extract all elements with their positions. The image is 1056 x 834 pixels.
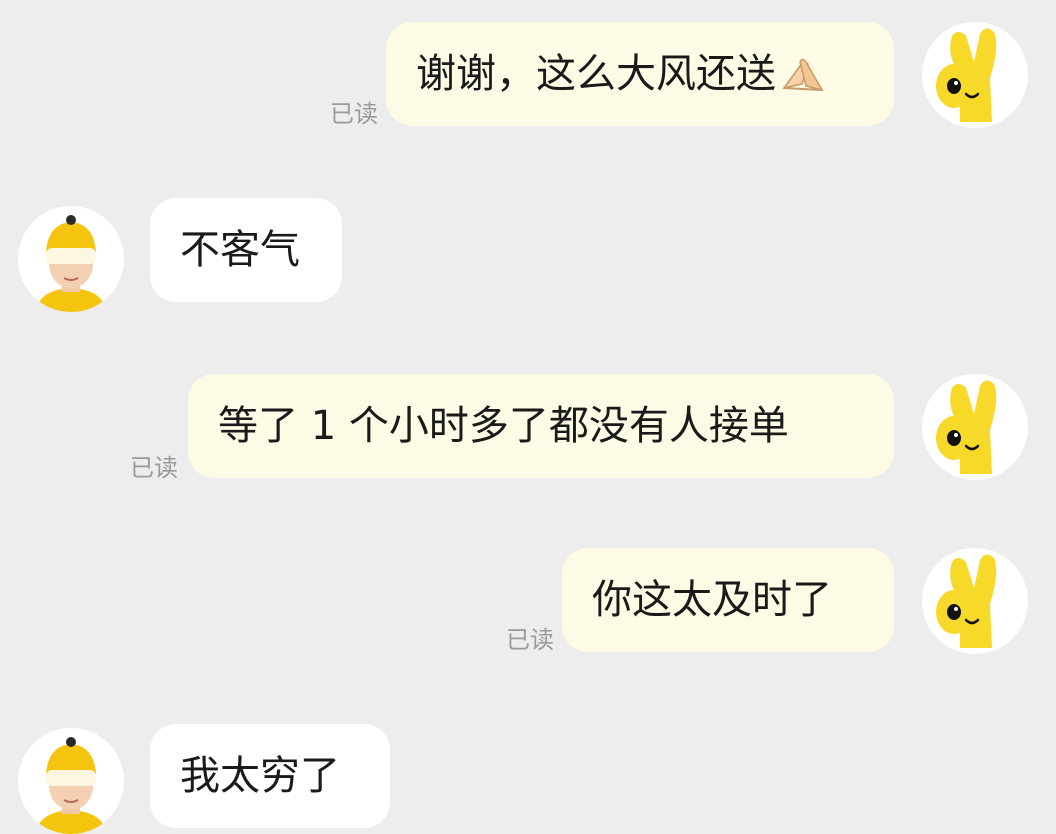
message-bubble[interactable]: 等了 1 个小时多了都没有人接单 (188, 374, 894, 478)
self-avatar[interactable] (922, 548, 1028, 654)
message-text: 我太穷了 (180, 753, 340, 799)
message-bubble[interactable]: 不客气 (150, 198, 342, 302)
yellow-peace-hand-mascot-icon (936, 28, 997, 123)
self-avatar[interactable] (922, 22, 1028, 128)
read-status: 已读 (330, 100, 378, 128)
message-row-sent: 已读 等了 1 个小时多了都没有人接单 (0, 360, 1056, 500)
message-text: 你这太及时了 (592, 577, 832, 623)
message-bubble[interactable]: 你这太及时了 (562, 548, 894, 652)
courier-yellow-helmet-icon (36, 215, 106, 312)
message-text: 谢谢，这么大风还送 (416, 51, 776, 97)
message-bubble[interactable]: 谢谢，这么大风还送 (386, 22, 894, 126)
yellow-peace-hand-mascot-icon (936, 554, 997, 648)
message-text: 不客气 (180, 227, 300, 273)
pressed-hands-emoji-icon (778, 52, 828, 96)
self-avatar[interactable] (922, 374, 1028, 480)
courier-avatar[interactable] (18, 206, 124, 312)
yellow-peace-hand-mascot-icon (936, 380, 997, 474)
read-status: 已读 (506, 626, 554, 654)
message-bubble[interactable]: 我太穷了 (150, 724, 390, 828)
message-row-received: 不客气 (0, 190, 1056, 320)
read-status: 已读 (130, 454, 178, 482)
courier-yellow-helmet-icon (36, 737, 106, 834)
message-text: 等了 1 个小时多了都没有人接单 (218, 403, 789, 449)
message-row-sent: 已读 你这太及时了 (0, 530, 1056, 670)
message-row-sent: 已读 谢谢，这么大风还送 (0, 0, 1056, 150)
courier-avatar[interactable] (18, 728, 124, 834)
message-row-received: 我太穷了 (0, 716, 1056, 834)
